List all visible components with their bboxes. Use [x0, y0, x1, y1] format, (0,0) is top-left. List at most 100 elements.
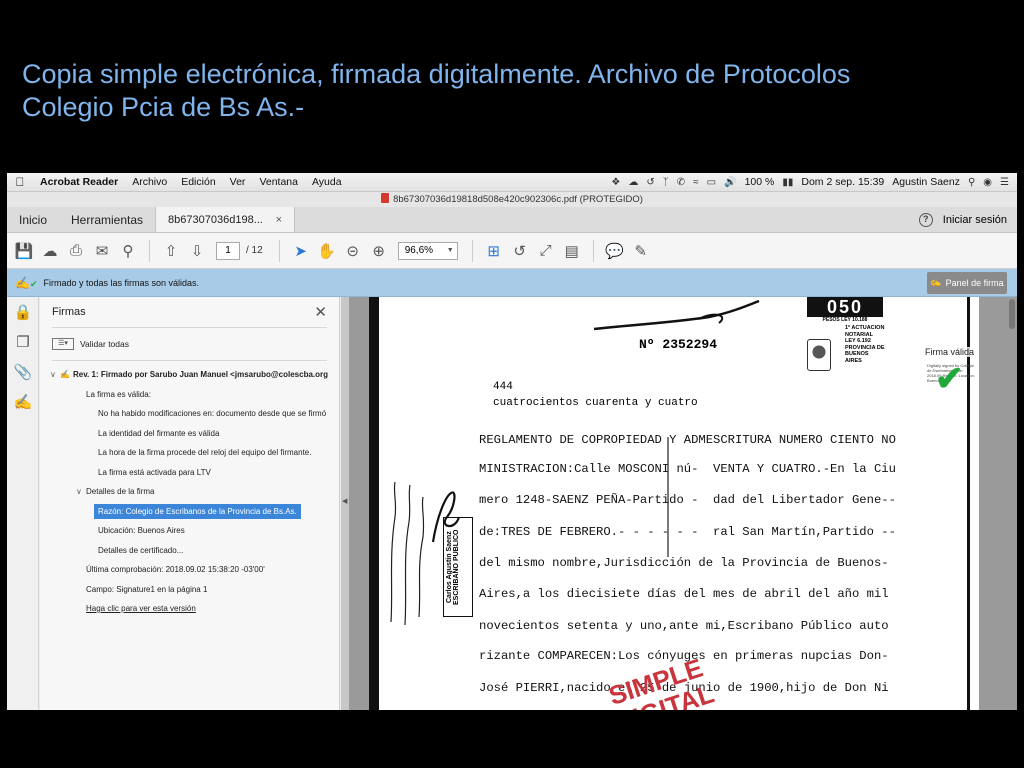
tab-inicio[interactable]: Inicio: [7, 207, 59, 232]
view-version-link[interactable]: Haga clic para ver esta versión: [86, 604, 196, 613]
signature-tree: ∨ ✍ Rev. 1: Firmado por Sarubo Juan Manuel…: [40, 365, 339, 619]
signatures-icon[interactable]: ✍: [7, 387, 39, 417]
upload-cloud-icon[interactable]: ☁: [37, 238, 63, 264]
tree-item[interactable]: La hora de la firma procede del reloj de…: [40, 443, 339, 463]
document-line: novecientos setenta y uno,ante mi,Escrib…: [479, 619, 889, 633]
time-machine-icon[interactable]: ↺: [646, 177, 654, 188]
search-icon[interactable]: ⚲: [115, 238, 141, 264]
signature-panel-button[interactable]: ✍ Panel de firma: [927, 271, 1007, 294]
rotate-page-icon[interactable]: ↺: [507, 238, 533, 264]
slide-title-line-1: Copia simple electrónica, firmada digita…: [22, 59, 851, 89]
notification-center-icon[interactable]: ☰: [1000, 177, 1009, 188]
signature-status-message: Firmado y todas las firmas son válidas.: [43, 277, 200, 288]
menu-ventana[interactable]: Ventana: [252, 176, 305, 188]
siri-icon[interactable]: ◉: [983, 177, 992, 188]
certificate-details-link[interactable]: Detalles de certificado...: [40, 541, 339, 561]
document-line: MINISTRACION:Calle MOSCONI nú- VENTA Y C…: [479, 462, 896, 476]
scroll-mode-icon[interactable]: ▤: [559, 238, 585, 264]
checkmark-icon: ✔: [935, 360, 964, 398]
toolbar-divider: [149, 239, 150, 262]
window-title: 8b67307036d19818d508e420c902306c.pdf (PR…: [393, 194, 643, 205]
hand-tool-icon[interactable]: ✋: [314, 238, 340, 264]
panel-divider: [52, 360, 327, 361]
tab-document[interactable]: 8b67307036d198... ×: [155, 207, 296, 232]
signature-valid-icon: ✍: [60, 370, 70, 379]
document-view[interactable]: 050 PESOS LEY 10.188 1ª ACTUACION NOTARI…: [349, 297, 1017, 710]
page-number-input[interactable]: 1: [216, 241, 240, 260]
tree-item[interactable]: La identidad del firmante es válida: [40, 424, 339, 444]
zoom-in-icon[interactable]: ⊕: [366, 238, 392, 264]
email-icon[interactable]: ✉: [89, 238, 115, 264]
phone-icon[interactable]: ✆: [677, 177, 685, 188]
tree-item[interactable]: Campo: Signature1 en la página 1: [40, 580, 339, 600]
bluetooth-icon[interactable]: ᛉ: [663, 177, 669, 188]
document-line: REGLAMENTO DE COPROPIEDAD Y ADMESCRITURA…: [479, 433, 896, 447]
signature-valid-icon: ✍✔: [15, 275, 38, 290]
tab-bar: Inicio Herramientas 8b67307036d198... × …: [7, 207, 1017, 233]
pages-thumbnails-icon[interactable]: ❐: [7, 327, 39, 357]
print-icon[interactable]: ⎙: [63, 238, 89, 264]
document-line: del mismo nombre,Jurisdicción de la Prov…: [479, 556, 889, 570]
spotlight-search-icon[interactable]: ⚲: [968, 177, 975, 188]
volume-icon[interactable]: 🔊: [724, 177, 736, 188]
save-icon[interactable]: 💾: [11, 238, 37, 264]
cloud-icon[interactable]: ☁: [628, 177, 638, 188]
chevron-down-icon[interactable]: ∨: [50, 365, 60, 385]
tree-item[interactable]: Ubicación: Buenos Aires: [40, 521, 339, 541]
left-navigation-rail: 🔒 ❐ 📎 ✍: [7, 297, 39, 710]
notary-seal-box: Carlos Agustin Saenz ESCRIBANO PUBLICO: [443, 517, 473, 617]
menu-ayuda[interactable]: Ayuda: [305, 176, 349, 188]
menu-edicion[interactable]: Edición: [174, 176, 222, 188]
comment-icon[interactable]: 💬: [602, 238, 628, 264]
menu-app-name[interactable]: Acrobat Reader: [33, 176, 125, 188]
close-tab-icon[interactable]: ×: [276, 207, 282, 232]
signature-pen-icon: ✍: [930, 277, 942, 287]
signature-revision-label: Rev. 1: Firmado por Sarubo Juan Manuel <…: [72, 370, 329, 379]
next-page-icon[interactable]: ⇩: [184, 238, 210, 264]
previous-page-icon[interactable]: ⇧: [158, 238, 184, 264]
options-menu-icon[interactable]: ☰▾: [52, 338, 74, 350]
tree-item[interactable]: La firma es válida:: [40, 385, 339, 405]
battery-icon[interactable]: ▮▮: [782, 177, 793, 188]
document-serial-number: Nº 2352294: [639, 337, 718, 352]
valid-signature-badge[interactable]: Firma válida Digitally signed by Colegio…: [925, 347, 975, 398]
pdf-file-icon: [381, 193, 390, 203]
vertical-scrollbar[interactable]: [1009, 299, 1015, 329]
vertical-scan-line: [667, 437, 669, 557]
tab-herramientas[interactable]: Herramientas: [59, 207, 155, 232]
wifi-icon[interactable]: ≈: [693, 177, 699, 188]
close-panel-icon[interactable]: ✕: [314, 303, 327, 321]
menubar-clock[interactable]: Dom 2 sep. 15:39: [801, 176, 884, 188]
panel-splitter[interactable]: ◀: [341, 297, 349, 710]
attachment-paperclip-icon[interactable]: 📎: [7, 357, 39, 387]
select-arrow-icon[interactable]: ➤: [288, 238, 314, 264]
tree-item-selected[interactable]: Razón: Colegio de Escribanos de la Provi…: [40, 502, 339, 522]
validate-all-button[interactable]: Validar todas: [80, 339, 129, 349]
pdf-page: 050 PESOS LEY 10.188 1ª ACTUACION NOTARI…: [369, 297, 979, 710]
menu-archivo[interactable]: Archivo: [125, 176, 174, 188]
zoom-out-icon[interactable]: ⊝: [340, 238, 366, 264]
menubar-user[interactable]: Agustin Saenz: [892, 176, 960, 188]
help-icon[interactable]: ?: [918, 212, 933, 227]
highlight-pen-icon[interactable]: ✎: [628, 238, 654, 264]
main-toolbar: 💾 ☁ ⎙ ✉ ⚲ ⇧ ⇩ 1 / 12 ➤ ✋ ⊝ ⊕ 96,6% ▼ ⊞ ↺…: [7, 233, 1017, 269]
signature-panel-button-label: Panel de firma: [945, 277, 1004, 288]
collapse-panel-icon[interactable]: ◀: [342, 497, 347, 505]
dropbox-icon[interactable]: ❖: [611, 177, 620, 188]
signature-revision-row[interactable]: ∨ ✍ Rev. 1: Firmado por Sarubo Juan Manuel…: [40, 365, 339, 385]
full-screen-icon[interactable]: ⤢: [533, 238, 559, 264]
apple-menu-icon[interactable]: : [7, 175, 33, 189]
zoom-level-select[interactable]: 96,6% ▼: [397, 241, 458, 260]
tree-item[interactable]: Última comprobación: 2018.09.02 15:38:20…: [40, 560, 339, 580]
tree-item[interactable]: No ha habido modificaciones en: document…: [40, 404, 339, 424]
lock-icon[interactable]: 🔒: [7, 297, 39, 327]
menu-ver[interactable]: Ver: [223, 176, 253, 188]
signature-status-bar: ✍✔ Firmado y todas las firmas son válida…: [7, 269, 1017, 297]
signature-details-row[interactable]: ∨ Detalles de la firma: [40, 482, 339, 502]
view-version-row[interactable]: Haga clic para ver esta versión: [40, 599, 339, 619]
chevron-down-icon[interactable]: ∨: [76, 482, 86, 502]
tree-item[interactable]: La firma está activada para LTV: [40, 463, 339, 483]
airplay-icon[interactable]: ▭: [707, 177, 716, 188]
sign-in-link[interactable]: Iniciar sesión: [943, 214, 1007, 226]
fit-page-icon[interactable]: ⊞: [481, 238, 507, 264]
